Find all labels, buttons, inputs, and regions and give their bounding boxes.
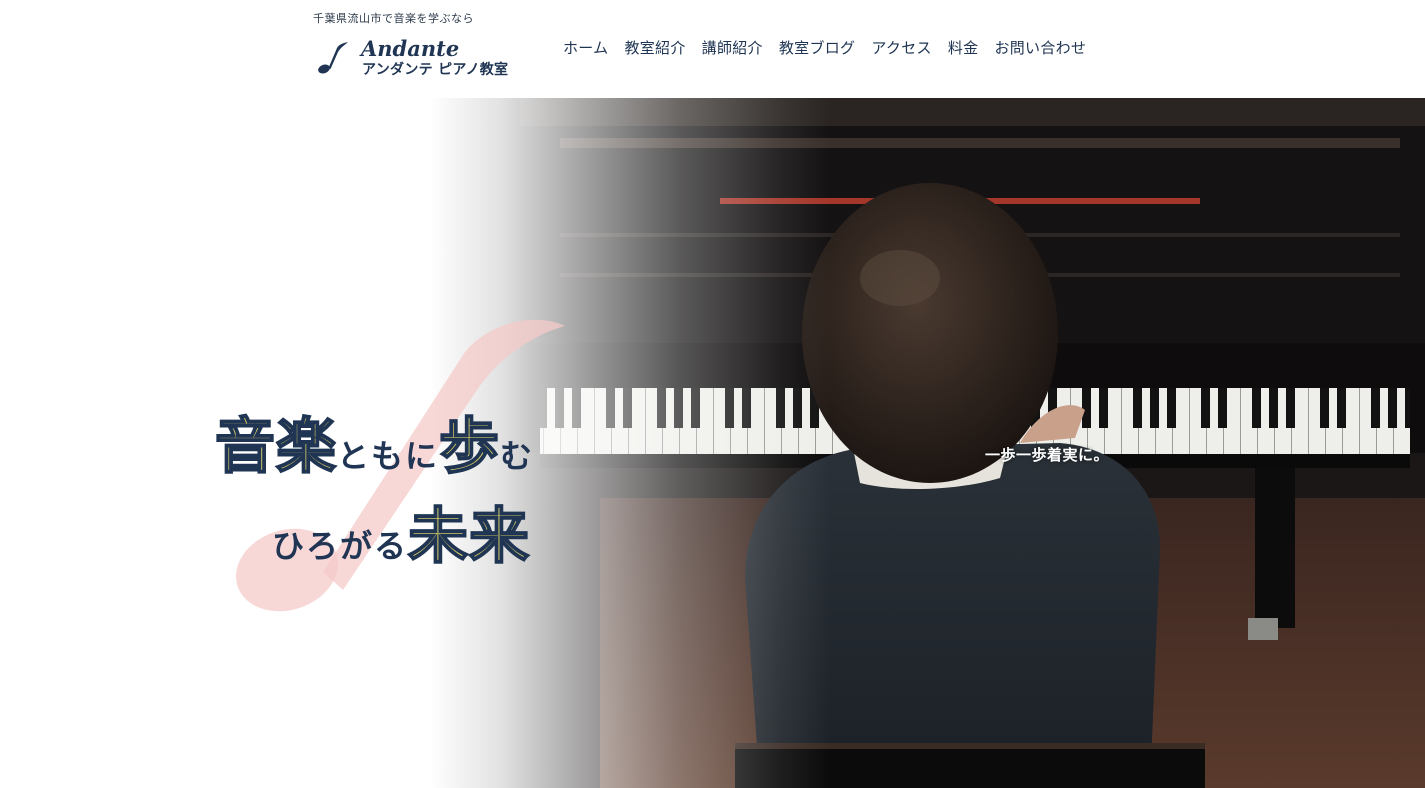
main-nav: ホーム 教室紹介 講師紹介 教室ブログ アクセス 料金 お問い合わせ xyxy=(555,36,1094,60)
catch-word-spread: ひろがる xyxy=(272,527,409,565)
hero-sub-copy: 一歩一歩着実に。 xyxy=(985,446,1110,464)
catch-word-mu: む xyxy=(500,437,535,475)
nav-item-access[interactable]: アクセス xyxy=(863,36,939,60)
catch-word-music: 音楽 xyxy=(214,411,337,483)
logo-english-name: Andante xyxy=(361,36,460,61)
catchphrase-line-1: 音楽ともに歩む xyxy=(214,398,534,483)
site-header: 千葉県流山市で音楽を学ぶなら Andante アンダンテ ピアノ教室 ホーム 教… xyxy=(0,0,1425,98)
nav-item-blog[interactable]: 教室ブログ xyxy=(771,36,864,60)
nav-item-school-intro[interactable]: 教室紹介 xyxy=(616,36,693,60)
page: 千葉県流山市で音楽を学ぶなら Andante アンダンテ ピアノ教室 ホーム 教… xyxy=(0,0,1425,788)
nav-item-fees[interactable]: 料金 xyxy=(940,36,987,60)
site-tagline: 千葉県流山市で音楽を学ぶなら xyxy=(313,12,474,25)
nav-item-home[interactable]: ホーム xyxy=(555,36,616,60)
catch-word-walk: 歩 xyxy=(438,411,501,483)
catchphrase-line-2: ひろがる未来 xyxy=(272,488,530,573)
site-logo[interactable]: Andante アンダンテ ピアノ教室 xyxy=(316,36,526,84)
catch-word-together: ともに xyxy=(337,437,440,475)
music-note-icon xyxy=(318,42,348,74)
nav-item-contact[interactable]: お問い合わせ xyxy=(986,36,1094,60)
hero-catchphrase: 音楽ともに歩む ひろがる未来 xyxy=(0,98,700,788)
logo-japanese-name: アンダンテ ピアノ教室 xyxy=(362,62,509,78)
hero-section: 音楽ともに歩む ひろがる未来 一歩一歩着実に。 xyxy=(0,98,1425,788)
nav-item-teacher-intro[interactable]: 講師紹介 xyxy=(694,36,771,60)
catch-word-future: 未来 xyxy=(407,501,531,573)
